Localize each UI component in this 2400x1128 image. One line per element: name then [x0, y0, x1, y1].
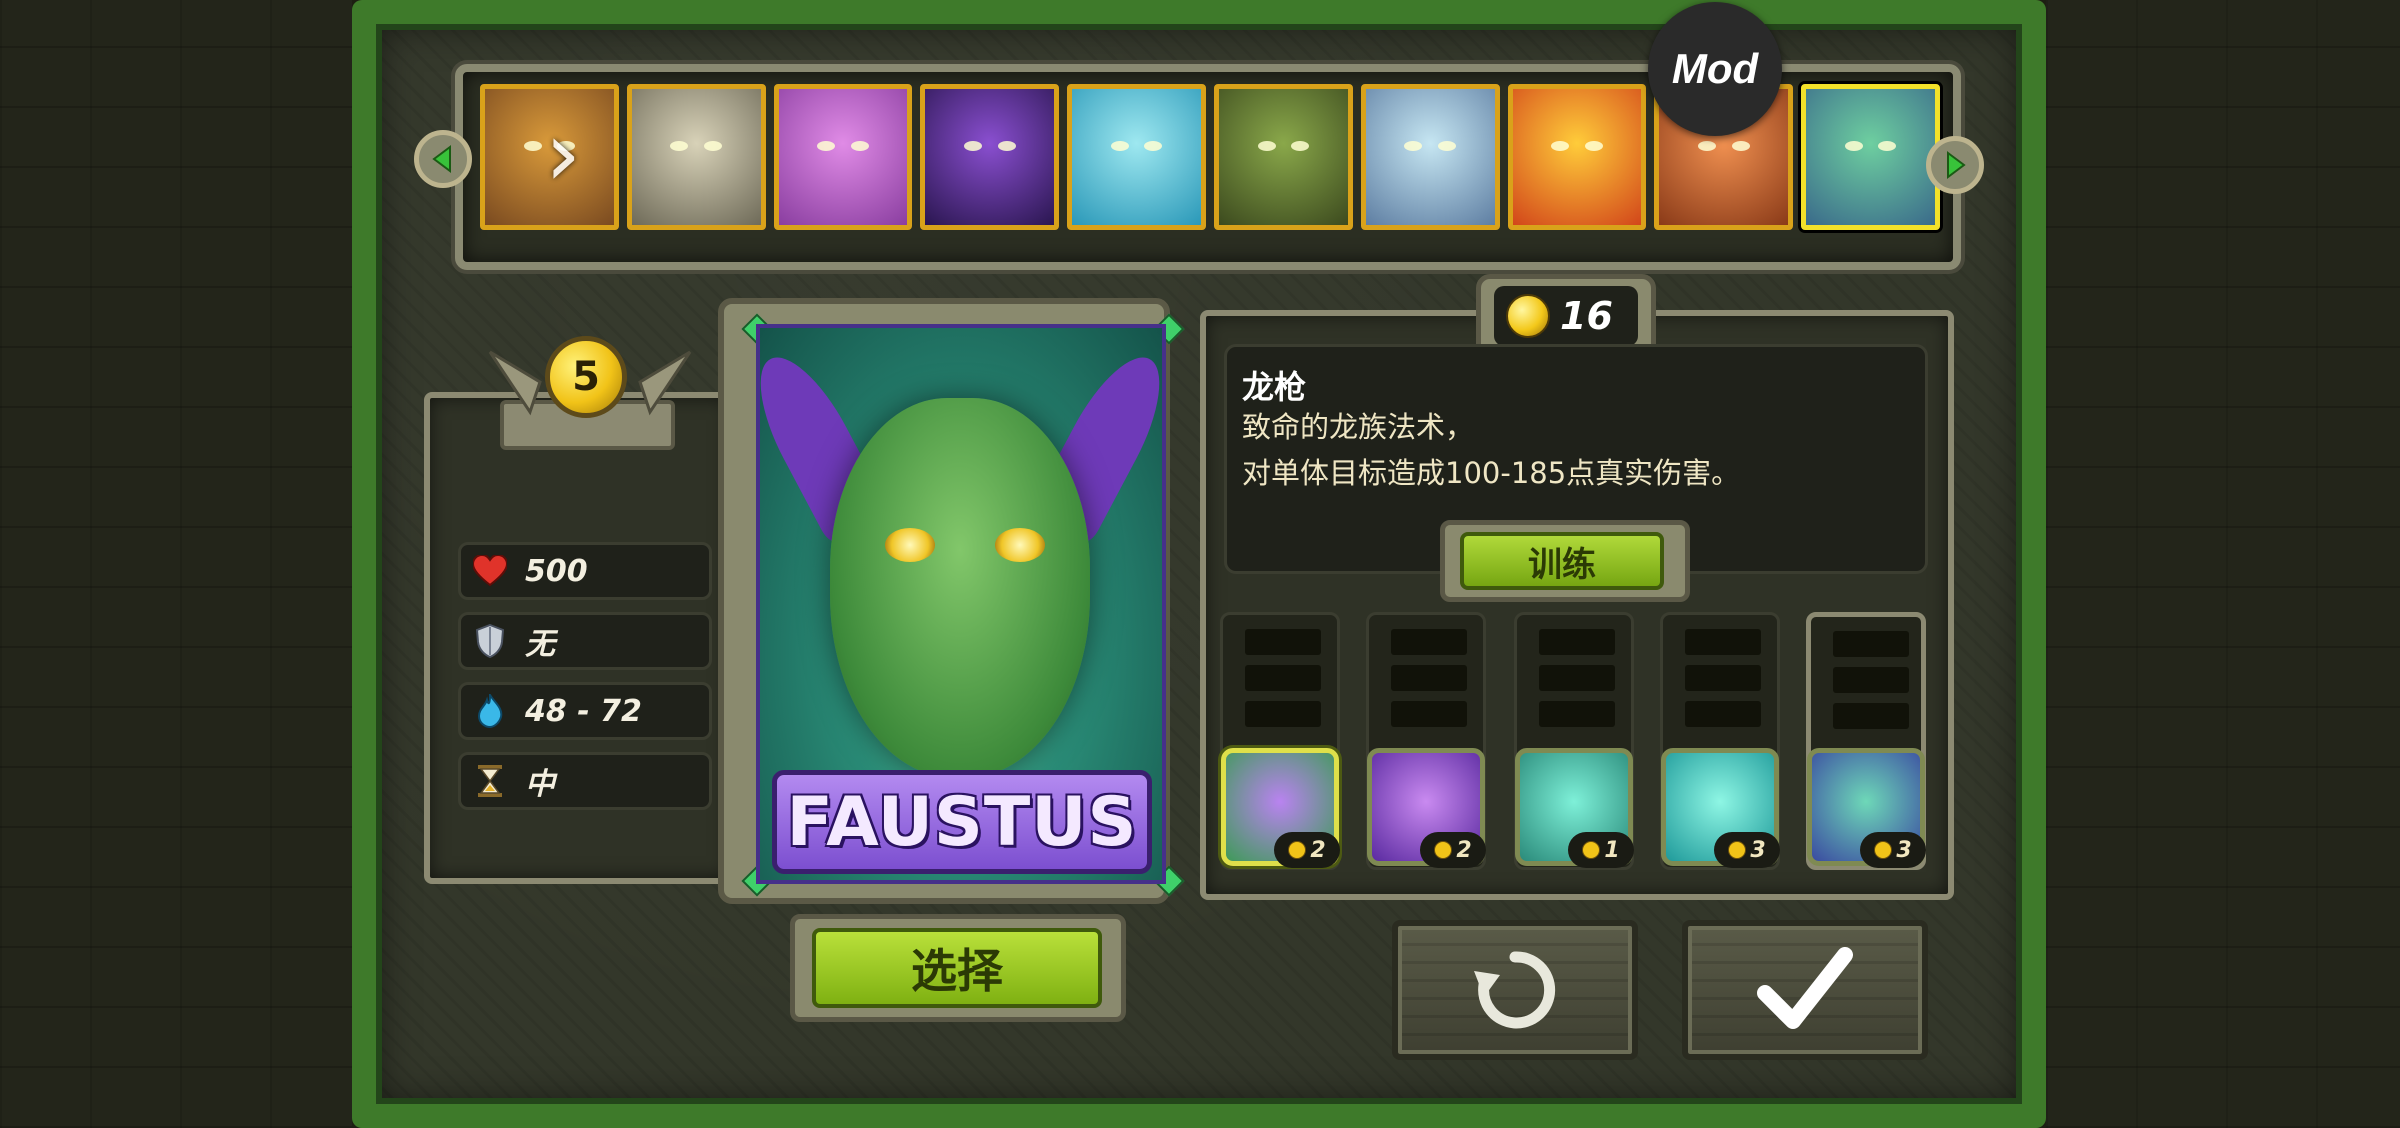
skill-cost: 2 — [1456, 837, 1472, 863]
hero-portrait-5[interactable] — [1067, 84, 1206, 230]
skill-level-slot — [1685, 701, 1761, 727]
skill-cost: 3 — [1750, 837, 1766, 863]
portrait-face — [670, 140, 722, 157]
reset-icon — [1474, 951, 1556, 1029]
arrow-left-icon — [432, 145, 451, 173]
skill-level-slot — [1391, 701, 1467, 727]
hero-name: FAUSTUS — [772, 770, 1152, 874]
mod-badge[interactable]: Mod — [1648, 2, 1782, 136]
dragon-head-illustration — [830, 398, 1090, 778]
portrait-face — [817, 140, 869, 157]
skill-level-slot — [1245, 665, 1321, 691]
skill-level-slot — [1539, 629, 1615, 655]
dragon-eye — [885, 528, 935, 562]
hero-portrait-10[interactable] — [1801, 84, 1940, 230]
skill-title: 龙枪 — [1242, 368, 1307, 406]
skill-cost-badge: 2 — [1274, 832, 1340, 868]
dragon-eye — [995, 528, 1045, 562]
skill-cost-badge: 3 — [1714, 832, 1780, 868]
hero-portrait-8[interactable] — [1507, 84, 1647, 230]
hero-level-badge: 5 — [545, 336, 627, 418]
portrait-face — [1257, 140, 1310, 157]
portrait-face — [1844, 140, 1897, 157]
stat-health: 500 — [458, 542, 712, 600]
armor-value: 无 — [525, 627, 555, 662]
skill-description-line: 对单体目标造成100-185点真实伤害。 — [1242, 456, 1741, 490]
skill-cost-badge: 1 — [1568, 832, 1634, 868]
skill-level-slot — [1539, 665, 1615, 691]
coin-icon — [1434, 841, 1453, 859]
shield-icon — [473, 624, 507, 658]
magic-flame-icon — [473, 694, 507, 728]
reset-skills-button[interactable] — [1392, 920, 1638, 1060]
arrow-right-icon — [1947, 151, 1966, 179]
scroll-left-button[interactable] — [414, 130, 472, 188]
skill-cost: 1 — [1604, 837, 1620, 863]
portrait-face — [1698, 140, 1750, 157]
coin-icon — [1728, 841, 1747, 859]
portrait-face — [964, 140, 1016, 157]
skill-level-slot — [1685, 629, 1761, 655]
portrait-face — [1110, 140, 1163, 157]
hero-portrait-2[interactable] — [626, 84, 766, 230]
skill-description-line: 致命的龙族法术， — [1242, 410, 1475, 444]
select-hero-button[interactable]: 选择 — [812, 928, 1102, 1008]
skill-points-display: 16 — [1494, 286, 1638, 346]
coin-icon — [1874, 841, 1893, 859]
skill-cost-badge: 2 — [1420, 832, 1486, 868]
hero-portrait-6[interactable] — [1213, 84, 1353, 230]
speed-value: 中 — [525, 767, 555, 802]
train-skill-button[interactable]: 训练 — [1460, 532, 1664, 590]
hero-portrait-3[interactable] — [773, 84, 913, 230]
damage-value: 48 - 72 — [525, 693, 642, 729]
skill-level-slot — [1391, 629, 1467, 655]
skill-level-slot — [1833, 631, 1909, 657]
portrait-face — [1404, 140, 1456, 157]
skill-level-slot — [1245, 629, 1321, 655]
checkmark-icon — [1757, 947, 1853, 1029]
skill-level-slot — [1685, 665, 1761, 691]
skill-level-slot — [1245, 701, 1321, 727]
gold-coin-icon — [1506, 294, 1550, 338]
skill-level-slot — [1833, 703, 1909, 729]
skill-cost: 2 — [1310, 837, 1326, 863]
health-value: 500 — [525, 553, 588, 589]
confirm-button[interactable] — [1682, 920, 1928, 1060]
scroll-right-button[interactable] — [1926, 136, 1984, 194]
skill-cost: 3 — [1896, 837, 1912, 863]
background-right — [2046, 0, 2400, 1128]
skill-points-value: 16 — [1560, 294, 1613, 338]
hero-portrait-7[interactable] — [1360, 84, 1500, 230]
coin-icon — [1582, 841, 1601, 859]
chevron-right-icon: › — [545, 102, 581, 207]
stat-damage: 48 - 72 — [458, 682, 712, 740]
skill-level-slot — [1833, 667, 1909, 693]
skill-level-slot — [1391, 665, 1467, 691]
portrait-face — [1551, 140, 1603, 157]
stat-armor: 无 — [458, 612, 712, 670]
heart-icon — [473, 554, 507, 588]
skill-cost-badge: 3 — [1860, 832, 1926, 868]
coin-icon — [1288, 841, 1307, 859]
hourglass-icon — [473, 764, 507, 798]
stat-speed: 中 — [458, 752, 712, 810]
background-left — [0, 0, 352, 1128]
hero-portrait-4[interactable] — [920, 84, 1060, 230]
skill-level-slot — [1539, 701, 1615, 727]
